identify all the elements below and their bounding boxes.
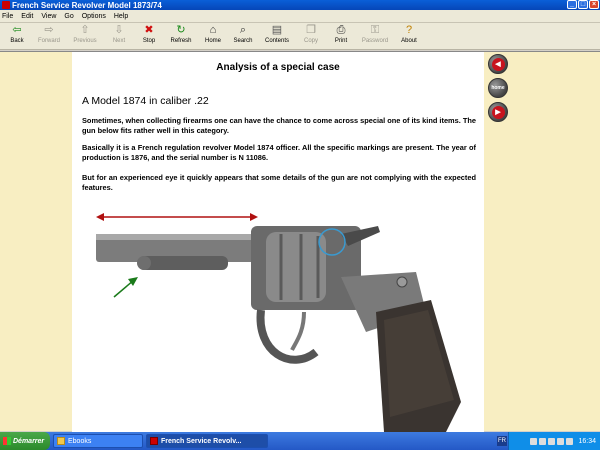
menu-help[interactable]: Help: [114, 13, 128, 20]
toolbar-button-label: Search: [233, 38, 253, 44]
left-arrow-icon: ◀: [491, 57, 505, 71]
stop-icon: ✖: [144, 24, 154, 36]
toolbar-stop-button[interactable]: ✖ Stop: [134, 23, 164, 44]
toolbar-button-label: Next: [112, 38, 126, 44]
window-controls: _ □ ×: [567, 0, 599, 9]
tray-icon[interactable]: [548, 437, 556, 445]
revolver-photo: [96, 213, 461, 432]
about-icon: ?: [405, 24, 413, 36]
tray-icon[interactable]: [566, 437, 574, 445]
section-subheading: A Model 1874 in caliber .22: [82, 95, 209, 107]
app-task-icon: [150, 437, 158, 445]
toolbar-next-button[interactable]: ⇩ Next: [104, 23, 134, 44]
app-icon: [2, 1, 10, 9]
toolbar-button-label: Contents: [264, 38, 289, 44]
clock: 16:34: [578, 437, 596, 445]
toolbar-button-label: Previous: [73, 38, 97, 44]
copy-icon: ❐: [306, 24, 316, 36]
toolbar-button-label: Password: [361, 38, 389, 44]
toolbar-copy-button[interactable]: ❐ Copy: [296, 23, 326, 44]
toolbar-button-label: Refresh: [170, 38, 192, 44]
paragraph-1: Sometimes, when collecting firearms one …: [82, 116, 476, 135]
paragraph-3: But for an experienced eye it quickly ap…: [82, 173, 476, 192]
ejector-rod: [138, 256, 228, 270]
forward-arrow-icon: ⇨: [44, 24, 54, 36]
language-indicator[interactable]: FR: [497, 436, 507, 446]
right-arrow-icon: ▶: [491, 105, 505, 119]
toolbar-button-label: Forward: [37, 38, 60, 44]
task-label: French Service Revolv...: [161, 437, 242, 445]
nav-home-button[interactable]: home: [488, 78, 508, 98]
start-button[interactable]: Démarrer: [0, 432, 50, 450]
tray-icon[interactable]: [539, 437, 547, 445]
menu-options[interactable]: Options: [82, 13, 106, 20]
content-area: Analysis of a special case A Model 1874 …: [0, 51, 600, 432]
system-tray: 16:34: [508, 432, 600, 450]
toolbar-button-label: Print: [334, 38, 348, 44]
up-arrow-icon: ⇧: [80, 24, 90, 36]
menu-go[interactable]: Go: [64, 13, 73, 20]
start-label: Démarrer: [13, 437, 45, 445]
task-label: Ebooks: [68, 437, 92, 445]
folder-icon: [57, 437, 65, 445]
page-navigation: ◀ home ▶: [486, 54, 510, 122]
password-icon: ⚿: [370, 24, 380, 36]
windows-logo-icon: [3, 437, 11, 445]
nav-forward-button[interactable]: ▶: [488, 102, 508, 122]
home-icon: ⌂: [209, 24, 217, 36]
toolbar-home-button[interactable]: ⌂ Home: [198, 23, 228, 44]
toolbar-contents-button[interactable]: ▤ Contents: [258, 23, 296, 44]
barrel-highlight: [96, 234, 256, 240]
menu-file[interactable]: File: [2, 13, 13, 20]
search-icon: ⌕: [239, 24, 247, 36]
toolbar-search-button[interactable]: ⌕ Search: [228, 23, 258, 44]
close-button[interactable]: ×: [589, 0, 599, 9]
toolbar-button-label: Copy: [303, 38, 318, 44]
window-title: French Service Revolver Model 1873/74: [12, 0, 162, 10]
document-page: Analysis of a special case A Model 1874 …: [72, 52, 484, 432]
toolbar-previous-button[interactable]: ⇧ Previous: [66, 23, 104, 44]
toolbar-about-button[interactable]: ? About: [394, 23, 424, 44]
print-icon: ⎙: [336, 24, 346, 36]
length-arrow-head-left: [96, 213, 104, 221]
toolbar-button-label: Home: [204, 38, 221, 44]
tray-icon[interactable]: [557, 437, 565, 445]
nav-back-button[interactable]: ◀: [488, 54, 508, 74]
back-arrow-icon: ⇦: [12, 24, 22, 36]
length-arrow-head-right: [250, 213, 258, 221]
ejector-head: [137, 256, 151, 270]
home-label: home: [491, 85, 505, 91]
toolbar-button-label: About: [401, 38, 417, 44]
taskbar: Démarrer Ebooks French Service Revolv...…: [0, 432, 600, 450]
menu-edit[interactable]: Edit: [21, 13, 33, 20]
menu-bar: File Edit View Go Options Help: [0, 10, 600, 23]
plate-screw: [396, 276, 408, 288]
contents-icon: ▤: [271, 24, 283, 36]
down-arrow-icon: ⇩: [114, 24, 124, 36]
toolbar-back-button[interactable]: ⇦ Back: [2, 23, 32, 44]
menu-view[interactable]: View: [41, 13, 56, 20]
trigger-guard: [256, 309, 319, 364]
trigger: [290, 311, 306, 351]
toolbar-refresh-button[interactable]: ↻ Refresh: [164, 23, 198, 44]
toolbar-password-button[interactable]: ⚿ Password: [356, 23, 394, 44]
page-title: Analysis of a special case: [216, 62, 340, 73]
toolbar-print-button[interactable]: ⎙ Print: [326, 23, 356, 44]
toolbar-button-label: Back: [10, 38, 24, 44]
toolbar: ⇦ Back ⇨ Forward ⇧ Previous ⇩ Next ✖ Stop ↻ Refresh…: [0, 23, 600, 50]
task-ebooks[interactable]: Ebooks: [53, 434, 143, 448]
toolbar-forward-button[interactable]: ⇨ Forward: [32, 23, 66, 44]
refresh-icon: ↻: [176, 24, 186, 36]
title-bar: French Service Revolver Model 1873/74 _ …: [0, 0, 600, 10]
minimize-button[interactable]: _: [567, 0, 577, 9]
paragraph-2: Basically it is a French regulation revo…: [82, 143, 476, 162]
tray-icon[interactable]: [530, 437, 538, 445]
maximize-button[interactable]: □: [578, 0, 588, 9]
toolbar-button-label: Stop: [142, 38, 156, 44]
task-french-service-revolver[interactable]: French Service Revolv...: [146, 434, 268, 448]
